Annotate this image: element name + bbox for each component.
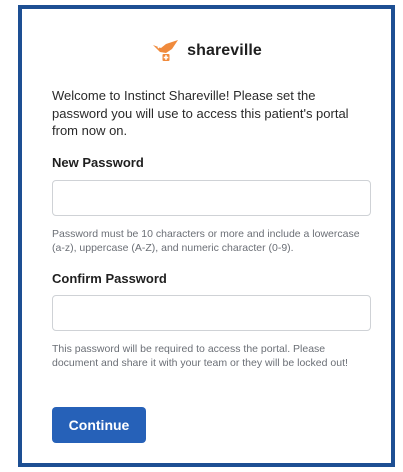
confirm-password-input[interactable]	[52, 295, 371, 331]
confirm-password-hint: This password will be required to access…	[52, 343, 348, 369]
portal-setup-frame: shareville Welcome to Instinct Sharevill…	[18, 5, 395, 467]
shareville-bird-logo-icon	[153, 40, 179, 61]
set-password-card: shareville Welcome to Instinct Sharevill…	[22, 9, 391, 463]
welcome-message: Welcome to Instinct Shareville! Please s…	[52, 88, 349, 138]
continue-button[interactable]: Continue	[52, 407, 146, 443]
new-password-hint: Password must be 10 characters or more a…	[52, 228, 360, 254]
new-password-label: New Password	[52, 155, 144, 170]
brand-header: shareville	[22, 35, 391, 67]
confirm-password-label: Confirm Password	[52, 271, 167, 286]
brand-name: shareville	[187, 42, 262, 59]
new-password-input[interactable]	[52, 180, 371, 216]
